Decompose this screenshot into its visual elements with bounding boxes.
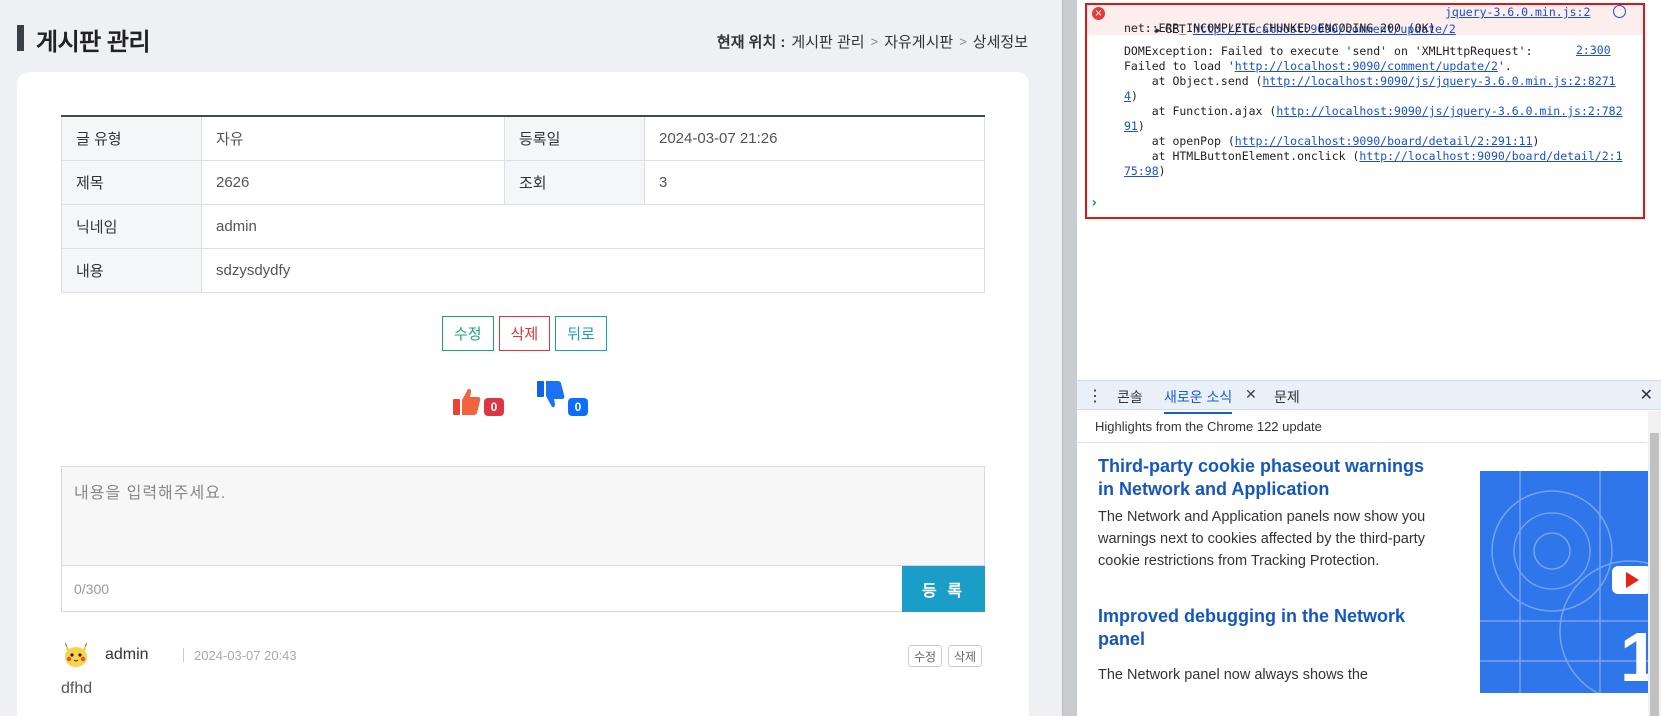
console-text: at HTMLButtonElement.onclick ( (1124, 149, 1360, 163)
thumbs-down-icon (537, 381, 565, 408)
comment-input[interactable] (62, 467, 984, 566)
post-date-value: 2024-03-07 21:26 (644, 115, 985, 161)
title-accent-bar (17, 25, 24, 51)
source-link[interactable]: 2:300 (1576, 43, 1611, 57)
news-paragraph: The Network panel now always shows the (1098, 667, 1368, 683)
stack-frame-wrap: 4) (1124, 89, 1138, 103)
stack-frame-wrap: 91) (1124, 119, 1145, 133)
news-headline-link[interactable]: Third-party cookie phaseout warnings in … (1098, 455, 1438, 501)
comment-date: 2024-03-07 20:43 (194, 648, 297, 663)
close-drawer-icon[interactable]: ✕ (1640, 385, 1653, 405)
post-content-value: sdzysdydfy (201, 247, 985, 293)
stack-link[interactable]: 91 (1124, 119, 1138, 133)
source-link[interactable]: jquery-3.6.0.min.js:2 (1445, 5, 1590, 19)
dislike-count: 0 (568, 398, 588, 416)
breadcrumb-label: 현재 위치 : (716, 34, 786, 51)
breadcrumb-item[interactable]: 게시판 관리 (791, 31, 864, 52)
post-title-label: 제목 (61, 159, 202, 205)
chevron-right-icon: > (870, 34, 879, 49)
comment-author: admin (105, 646, 149, 663)
thumbnail-number: 12 (1620, 618, 1650, 693)
page-title: 게시판 관리 (36, 29, 151, 56)
avatar (65, 642, 87, 667)
console-text: at Object.send ( (1124, 74, 1263, 88)
post-info-table: 글 유형 자유 등록일 2024-03-07 21:26 제목 2626 조회 … (61, 115, 985, 293)
console-text: Failed to load ' (1124, 59, 1235, 73)
board-page: 게시판 관리 현재 위치 : 게시판 관리 > 자유게시판 > 상세정보 글 유… (0, 0, 1062, 716)
post-views-value: 3 (644, 159, 985, 205)
stack-frame: at Function.ajax (http://localhost:9090/… (1124, 103, 1623, 119)
drawer-tab-bar: ⋮ 콘솔 새로운 소식 ✕ 문제 ✕ (1077, 380, 1661, 414)
stack-frame: at Object.send (http://localhost:9090/js… (1124, 73, 1616, 89)
stack-link[interactable]: http://localhost:9090/js/jquery-3.6.0.mi… (1262, 74, 1615, 88)
chrome-122-graphic: 12 (1480, 471, 1650, 693)
stack-frame-wrap: 75:98) (1124, 164, 1166, 178)
stack-link[interactable]: http://localhost:9090/board/detail/2:1 (1359, 149, 1622, 163)
console-text: at Function.ajax ( (1124, 104, 1277, 118)
devtools-panel: × ▶ GET http://localhost:9090/comment/upd… (1077, 0, 1661, 716)
like-count: 0 (484, 398, 504, 416)
comment-body: dfhd (61, 680, 93, 697)
error-icon: × (1092, 7, 1105, 20)
post-nick-label: 닉네임 (61, 203, 202, 249)
stack-link[interactable]: http://localhost:9090/board/detail/2:291… (1235, 134, 1533, 148)
news-headline-link[interactable]: Improved debugging in the Network panel (1098, 605, 1438, 651)
divider (183, 648, 184, 662)
stack-link[interactable]: http://localhost:9090/js/jquery-3.6.0.mi… (1276, 104, 1622, 118)
console-output: × ▶ GET http://localhost:9090/comment/upd… (1077, 0, 1661, 380)
tab-whats-new[interactable]: 새로운 소식 (1164, 387, 1233, 414)
breadcrumb: 현재 위치 : 게시판 관리 > 자유게시판 > 상세정보 (717, 31, 1028, 52)
comment-form: 0/300 등 록 (61, 466, 985, 612)
delete-button[interactable]: 삭제 (498, 316, 551, 351)
devtools-splitter[interactable] (1062, 0, 1077, 716)
dislike-button[interactable]: 0 (536, 381, 588, 416)
request-url-link[interactable]: http://localhost:9090/comment/update/2 (1235, 59, 1498, 73)
news-paragraph: The Network and Application panels now s… (1098, 509, 1426, 569)
more-options-icon[interactable]: ⋮ (1087, 386, 1103, 406)
exception-text: DOMException: Failed to execute 'send' o… (1124, 44, 1533, 58)
thumbs-up-icon (453, 388, 481, 415)
post-title-value: 2626 (201, 159, 505, 205)
console-prompt-icon[interactable]: › (1090, 195, 1098, 211)
comment-submit-button[interactable]: 등 록 (902, 566, 985, 612)
stack-link[interactable]: 4 (1124, 89, 1131, 103)
close-tab-icon[interactable]: ✕ (1245, 386, 1257, 403)
tab-issues[interactable]: 문제 (1274, 387, 1300, 407)
divider (1077, 442, 1647, 443)
breadcrumb-item[interactable]: 자유게시판 (884, 31, 953, 52)
video-thumbnail[interactable]: 12 (1480, 471, 1650, 693)
stack-link[interactable]: 75:98 (1124, 164, 1159, 178)
globe-icon[interactable] (1613, 5, 1626, 18)
comment-edit-button[interactable]: 수정 (908, 645, 943, 667)
post-views-label: 조회 (504, 159, 645, 205)
stack-frame: at HTMLButtonElement.onclick (http://loc… (1124, 148, 1623, 164)
highlights-heading: Highlights from the Chrome 122 update (1095, 419, 1322, 434)
comment-char-counter: 0/300 (74, 581, 110, 597)
post-type-label: 글 유형 (61, 115, 202, 161)
scrollbar[interactable] (1648, 411, 1661, 716)
back-button[interactable]: 뒤로 (555, 316, 607, 351)
stack-frame: at openPop (http://localhost:9090/board/… (1124, 134, 1540, 148)
console-line: Failed to load 'http://localhost:9090/co… (1124, 58, 1512, 74)
breadcrumb-item[interactable]: 상세정보 (973, 31, 1028, 52)
like-button[interactable]: 0 (452, 386, 504, 416)
post-type-value: 자유 (201, 115, 505, 161)
comment-delete-button[interactable]: 삭제 (948, 645, 983, 667)
post-nick-value: admin (201, 203, 985, 249)
console-text: at openPop ( (1124, 134, 1235, 148)
post-action-buttons: 수정 삭제 뒤로 (442, 316, 607, 351)
edit-button[interactable]: 수정 (442, 316, 494, 351)
tab-console[interactable]: 콘솔 (1117, 387, 1143, 407)
console-text: '. (1497, 59, 1512, 73)
post-date-label: 등록일 (504, 115, 645, 161)
whats-new-panel: Highlights from the Chrome 122 update Th… (1077, 411, 1661, 716)
chevron-right-icon: > (959, 34, 967, 49)
scrollbar-thumb[interactable] (1650, 433, 1659, 716)
post-content-label: 내용 (61, 247, 202, 293)
error-status-text: net::ERR_INCOMPLETE_CHUNKED_ENCODING 200… (1124, 21, 1436, 35)
